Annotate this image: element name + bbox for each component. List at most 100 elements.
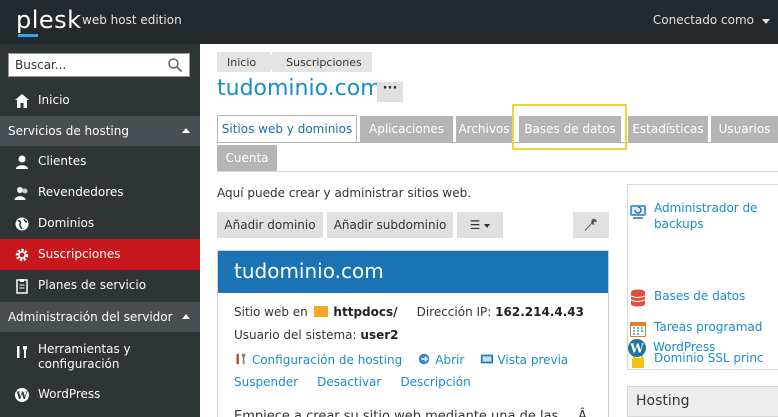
sidebar-item-label: Suscripciones — [38, 247, 121, 261]
sidebar-item-subscriptions[interactable]: Suscripciones — [0, 239, 200, 270]
top-header: plesk web host edition Conectado como — [0, 0, 778, 44]
open-site-icon — [419, 353, 430, 365]
sidebar-item-resellers[interactable]: Revendedores — [0, 177, 200, 208]
get-started-text: Empiece a crear su sitio web mediante un… — [234, 409, 559, 417]
rp-label: Bases de datos — [654, 289, 746, 303]
intro-text: Aquí puede crear y administrar sitios we… — [217, 186, 472, 200]
chevron-down-icon[interactable] — [762, 19, 770, 24]
users-icon — [14, 187, 28, 200]
logo-underline — [18, 34, 38, 37]
ip-label: Dirección IP: — [416, 305, 492, 319]
settings-wrench-button[interactable] — [573, 212, 609, 238]
sidebar-item-wordpress[interactable]: W WordPress — [0, 379, 200, 410]
search-input[interactable]: Buscar... — [8, 53, 190, 77]
tab-divider-bottom — [217, 171, 778, 172]
tab-websites-domains[interactable]: Sitios web y dominios — [217, 115, 357, 143]
rp-label-line2: backups — [654, 217, 704, 231]
ip-value: 162.214.4.43 — [495, 305, 584, 319]
backup-icon — [630, 205, 646, 219]
gear-icon — [15, 248, 29, 262]
page-title: tudominio.com — [217, 76, 382, 101]
sidebar-item-label: Clientes — [38, 154, 87, 168]
clipboard-icon — [16, 279, 28, 294]
site-panel: tudominio.com Sitio web en httpdocs/ Dir… — [217, 250, 609, 417]
hosting-settings-link[interactable]: Configuración de hosting — [252, 353, 402, 367]
suspend-link[interactable]: Suspender — [234, 375, 298, 389]
chevron-up-icon — [182, 314, 190, 319]
sidebar-item-label: Planes de servicio — [38, 278, 147, 292]
system-user-value: user2 — [360, 328, 399, 342]
svg-text:W: W — [629, 342, 644, 356]
section-label: Administración del servidor — [8, 310, 173, 324]
site-actions-row: Configuración de hosting Abrir Vista pre… — [234, 352, 568, 367]
system-user-line: Usuario del sistema: user2 — [234, 328, 399, 342]
collapse-toggle[interactable]: Â — [578, 409, 587, 417]
sidebar-item-domains[interactable]: Dominios — [0, 208, 200, 239]
wordpress-link[interactable]: W WordPress — [628, 339, 778, 358]
plesk-logo[interactable]: plesk — [16, 6, 82, 34]
docroot-link[interactable]: httpdocs/ — [333, 305, 397, 319]
system-user-label: Usuario del sistema: — [234, 328, 357, 342]
wordpress-icon: W — [628, 339, 646, 357]
tab-files[interactable]: Archivos — [456, 116, 512, 143]
sidebar: Buscar... Inicio Servicios de hosting Cl… — [0, 44, 200, 417]
folder-icon — [313, 306, 328, 317]
backup-manager-link[interactable]: Administrador de backups — [630, 201, 778, 237]
sidebar-item-label: Revendedores — [38, 185, 124, 199]
menu-icon: ☰ — [469, 218, 481, 232]
tab-users[interactable]: Usuarios — [711, 116, 778, 143]
scheduled-tasks-link[interactable]: Tareas programad — [630, 320, 778, 338]
globe-icon — [15, 217, 29, 231]
add-subdomain-button[interactable]: Añadir subdominio — [327, 212, 453, 238]
search-icon[interactable] — [167, 57, 183, 73]
deactivate-link[interactable]: Desactivar — [317, 375, 381, 389]
section-hosting-services[interactable]: Servicios de hosting — [0, 116, 200, 146]
tools-icon — [17, 346, 27, 358]
site-web-label: Sitio web en — [234, 305, 308, 319]
calendar-icon — [630, 322, 646, 337]
connected-as-menu[interactable]: Conectado como — [653, 13, 754, 27]
section-server-admin[interactable]: Administración del servidor — [0, 302, 200, 332]
sidebar-item-service-plans[interactable]: Planes de servicio — [0, 270, 200, 301]
preview-link[interactable]: Vista previa — [497, 353, 568, 367]
tab-statistics[interactable]: Estadísticas — [628, 116, 708, 143]
site-info-line: Sitio web en httpdocs/ Dirección IP: 162… — [234, 305, 584, 319]
list-menu-button[interactable]: ☰ — [457, 212, 503, 238]
sidebar-item-tools-settings[interactable]: Herramientas y configuración — [0, 336, 200, 376]
databases-tab-highlight — [512, 104, 627, 150]
tab-divider — [217, 142, 778, 143]
open-site-link[interactable]: Abrir — [435, 353, 464, 367]
breadcrumb-subscriptions[interactable]: Suscripciones — [272, 52, 372, 72]
add-domain-button[interactable]: Añadir dominio — [217, 212, 323, 238]
section-label: Servicios de hosting — [8, 124, 129, 138]
breadcrumb-home[interactable]: Inicio — [217, 52, 277, 72]
search-placeholder: Buscar... — [15, 58, 67, 72]
breadcrumb: Inicio Suscripciones — [217, 52, 372, 72]
preview-icon — [480, 354, 493, 364]
tools-icon — [236, 353, 246, 365]
rp-label: Tareas programad — [654, 320, 763, 334]
sidebar-item-label: Herramientas y — [38, 342, 131, 356]
tab-account[interactable]: Cuenta — [217, 145, 277, 172]
main-content: Inicio Suscripciones tudominio.com ··· S… — [200, 44, 778, 417]
sidebar-item-home[interactable]: Inicio — [0, 85, 200, 116]
databases-link[interactable]: Bases de datos — [630, 289, 778, 307]
tab-applications[interactable]: Aplicaciones — [360, 116, 453, 143]
user-icon — [16, 155, 28, 169]
edition-label: web host edition — [82, 13, 182, 27]
sidebar-item-label-line2: configuración — [38, 357, 120, 371]
site-secondary-actions: Suspender Desactivar Descripción — [234, 375, 471, 389]
svg-text:W: W — [15, 391, 28, 402]
home-icon — [15, 94, 29, 108]
wrench-icon — [584, 218, 597, 231]
database-icon — [630, 289, 646, 307]
more-actions-button[interactable]: ··· — [377, 82, 403, 102]
chevron-up-icon — [182, 128, 190, 133]
sidebar-item-label: Inicio — [38, 93, 70, 107]
site-name: tudominio.com — [218, 251, 608, 293]
sidebar-item-clients[interactable]: Clientes — [0, 146, 200, 177]
description-link[interactable]: Descripción — [400, 375, 470, 389]
sidebar-item-label: WordPress — [38, 387, 101, 401]
hosting-section-header[interactable]: Hosting — [627, 386, 778, 417]
rp-label: Administrador de — [654, 201, 758, 215]
